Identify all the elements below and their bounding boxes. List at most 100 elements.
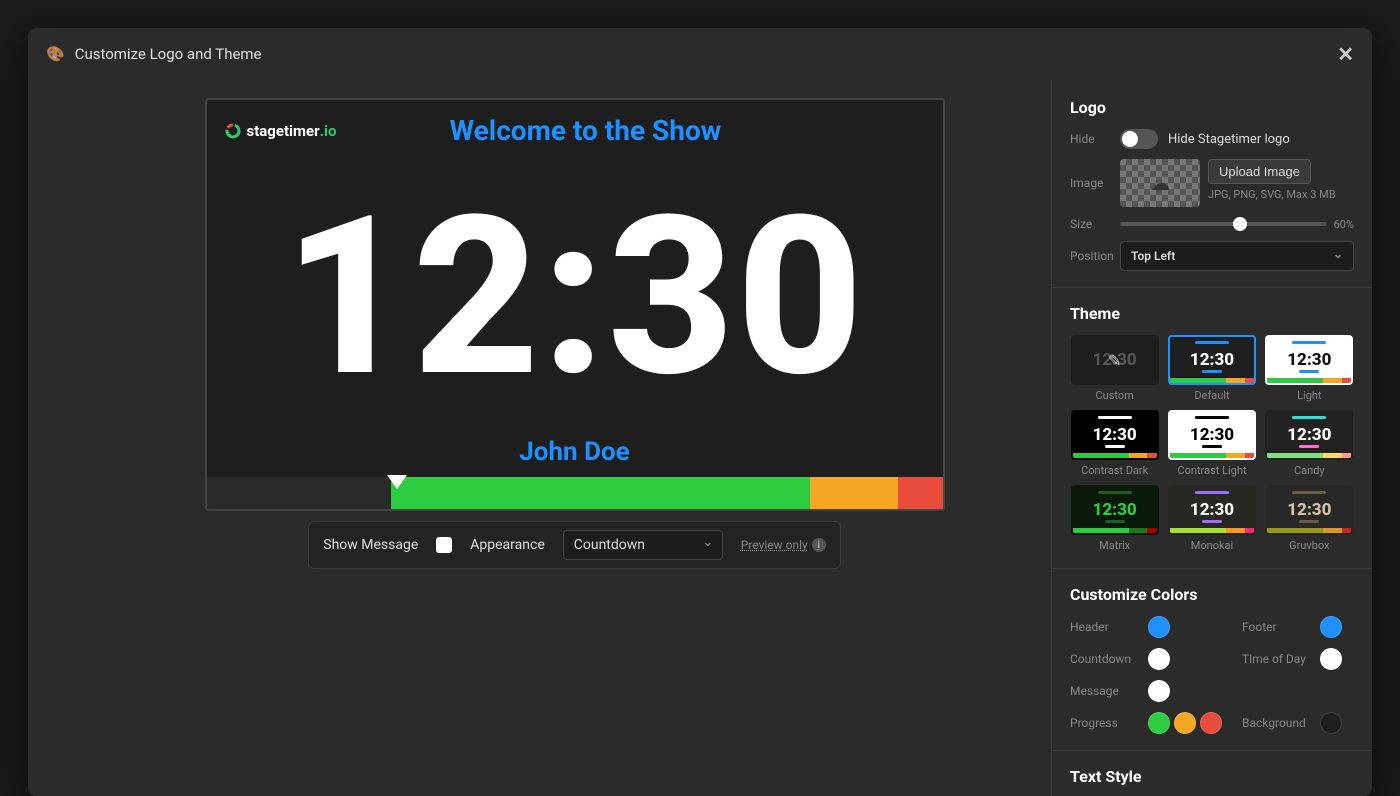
color-grid: Header Footer Countdown Time of Day Mess… xyxy=(1070,616,1354,734)
theme-card-gruvbox[interactable]: 12:30 xyxy=(1265,485,1353,535)
theme-tile-contrast-dark: 12:30 Contrast Dark xyxy=(1070,410,1159,477)
modal-body: stagetimer.io Welcome to the Show 12:30 … xyxy=(28,80,1372,796)
progress-elapsed xyxy=(207,477,391,509)
image-label: Image xyxy=(1070,176,1120,190)
theme-card-light[interactable]: 12:30 xyxy=(1265,335,1353,385)
theme-tile-default: 12:30 Default xyxy=(1167,335,1256,402)
hide-label: Hide xyxy=(1070,132,1120,146)
modal-title: Customize Logo and Theme xyxy=(75,45,262,63)
preview-only-label: Preview only xyxy=(741,538,808,552)
hide-logo-row: Hide Hide Stagetimer logo xyxy=(1070,129,1354,149)
footer-color-swatch[interactable] xyxy=(1320,616,1342,638)
palette-icon: 🎨 xyxy=(46,45,65,63)
theme-card-default[interactable]: 12:30 xyxy=(1168,335,1256,385)
theme-card-matrix[interactable]: 12:30 xyxy=(1071,485,1159,535)
appearance-value: Countdown xyxy=(574,537,645,553)
preview-top: stagetimer.io Welcome to the Show xyxy=(207,100,943,147)
color-row-countdown: Countdown xyxy=(1070,648,1222,670)
preview-logo: stagetimer.io xyxy=(225,122,337,140)
divider xyxy=(1052,568,1372,569)
preview-time: 12:30 xyxy=(207,147,943,437)
progress-color-swatch-1[interactable] xyxy=(1148,712,1170,734)
position-label: Position xyxy=(1070,249,1120,263)
text-style-section-title: Text Style xyxy=(1070,767,1354,786)
theme-tile-candy: 12:30 Candy xyxy=(1265,410,1354,477)
color-row-timeofday: Time of Day xyxy=(1242,648,1354,670)
theme-label: Monokai xyxy=(1191,539,1233,552)
upload-image-button[interactable]: Upload Image xyxy=(1208,159,1311,184)
color-row-message: Message xyxy=(1070,680,1222,702)
theme-label: Gruvbox xyxy=(1289,539,1329,552)
customize-modal: 🎨 Customize Logo and Theme ✕ stagetimer.… xyxy=(28,28,1372,796)
theme-section-title: Theme xyxy=(1070,304,1354,323)
upload-hint: JPG, PNG, SVG, Max 3 MB xyxy=(1208,188,1336,201)
theme-card-candy[interactable]: 12:30 xyxy=(1265,410,1353,460)
message-color-swatch[interactable] xyxy=(1148,680,1170,702)
show-message-label: Show Message xyxy=(323,537,418,553)
theme-card-contrast-dark[interactable]: 12:30 xyxy=(1071,410,1159,460)
theme-tile-monokai: 12:30 Monokai xyxy=(1167,485,1256,552)
colors-section-title: Customize Colors xyxy=(1070,585,1354,604)
theme-card-custom[interactable]: 12:30 ✎ xyxy=(1071,335,1159,385)
appearance-select[interactable]: Countdown xyxy=(563,530,723,560)
appearance-label: Appearance xyxy=(470,537,544,553)
theme-tile-custom: 12:30 ✎ Custom xyxy=(1070,335,1159,402)
size-value: 60% xyxy=(1334,218,1354,231)
upload-cloud-icon: ☁ xyxy=(1150,171,1170,195)
logo-size-slider[interactable] xyxy=(1120,222,1326,226)
preview-progress xyxy=(207,477,943,509)
preview-only-link[interactable]: Preview only i xyxy=(741,538,826,552)
modal-header: 🎨 Customize Logo and Theme ✕ xyxy=(28,28,1372,80)
position-select[interactable]: Top Left xyxy=(1120,241,1354,271)
controls-bar: Show Message Appearance Countdown Previe… xyxy=(308,521,840,569)
theme-card-monokai[interactable]: 12:30 xyxy=(1168,485,1256,535)
brand-suffix: .io xyxy=(320,122,337,140)
theme-tile-gruvbox: 12:30 Gruvbox xyxy=(1265,485,1354,552)
progress-color-swatch-2[interactable] xyxy=(1174,712,1196,734)
size-row: Size 60% xyxy=(1070,217,1354,231)
color-row-progress: Progress xyxy=(1070,712,1222,734)
theme-label: Matrix xyxy=(1099,539,1130,552)
progress-orange xyxy=(810,477,898,509)
theme-label: Contrast Light xyxy=(1177,464,1246,477)
settings-sidebar: Logo Hide Hide Stagetimer logo Image ☁ U… xyxy=(1052,80,1372,796)
theme-label: Custom xyxy=(1096,389,1134,402)
preview-speaker: John Doe xyxy=(207,437,943,477)
timeofday-color-swatch[interactable] xyxy=(1320,648,1342,670)
size-label: Size xyxy=(1070,217,1120,231)
header-color-swatch[interactable] xyxy=(1148,616,1170,638)
theme-card-contrast-light[interactable]: 12:30 xyxy=(1168,410,1256,460)
theme-tile-light: 12:30 Light xyxy=(1265,335,1354,402)
countdown-color-swatch[interactable] xyxy=(1148,648,1170,670)
position-row: Position Top Left xyxy=(1070,241,1354,271)
image-dropzone[interactable]: ☁ xyxy=(1120,159,1200,207)
info-icon: i xyxy=(812,538,826,552)
progress-red xyxy=(898,477,942,509)
progress-color-swatch-3[interactable] xyxy=(1200,712,1222,734)
theme-label: Contrast Dark xyxy=(1081,464,1148,477)
theme-label: Default xyxy=(1194,389,1229,402)
preview-box: stagetimer.io Welcome to the Show 12:30 … xyxy=(205,98,945,511)
theme-grid: 12:30 ✎ Custom 12:30 Default xyxy=(1070,335,1354,552)
position-value: Top Left xyxy=(1131,249,1175,263)
theme-label: Candy xyxy=(1294,464,1325,477)
color-row-footer: Footer xyxy=(1242,616,1354,638)
theme-label: Light xyxy=(1297,389,1321,402)
theme-tile-contrast-light: 12:30 Contrast Light xyxy=(1167,410,1256,477)
preview-pane: stagetimer.io Welcome to the Show 12:30 … xyxy=(28,80,1052,796)
preview-title: Welcome to the Show xyxy=(336,114,834,147)
pen-icon: ✎ xyxy=(1108,351,1121,370)
theme-tile-matrix: 12:30 Matrix xyxy=(1070,485,1159,552)
image-row: Image ☁ Upload Image JPG, PNG, SVG, Max … xyxy=(1070,159,1354,207)
hide-logo-toggle[interactable] xyxy=(1120,129,1158,149)
logo-section-title: Logo xyxy=(1070,98,1354,117)
color-row-header: Header xyxy=(1070,616,1222,638)
close-button[interactable]: ✕ xyxy=(1337,42,1354,66)
show-message-checkbox[interactable] xyxy=(436,537,452,553)
background-color-swatch[interactable] xyxy=(1320,712,1342,734)
progress-green xyxy=(391,477,811,509)
divider xyxy=(1052,287,1372,288)
brand-prefix: stagetimer xyxy=(247,122,320,140)
divider xyxy=(1052,750,1372,751)
color-row-background: Background xyxy=(1242,712,1354,734)
